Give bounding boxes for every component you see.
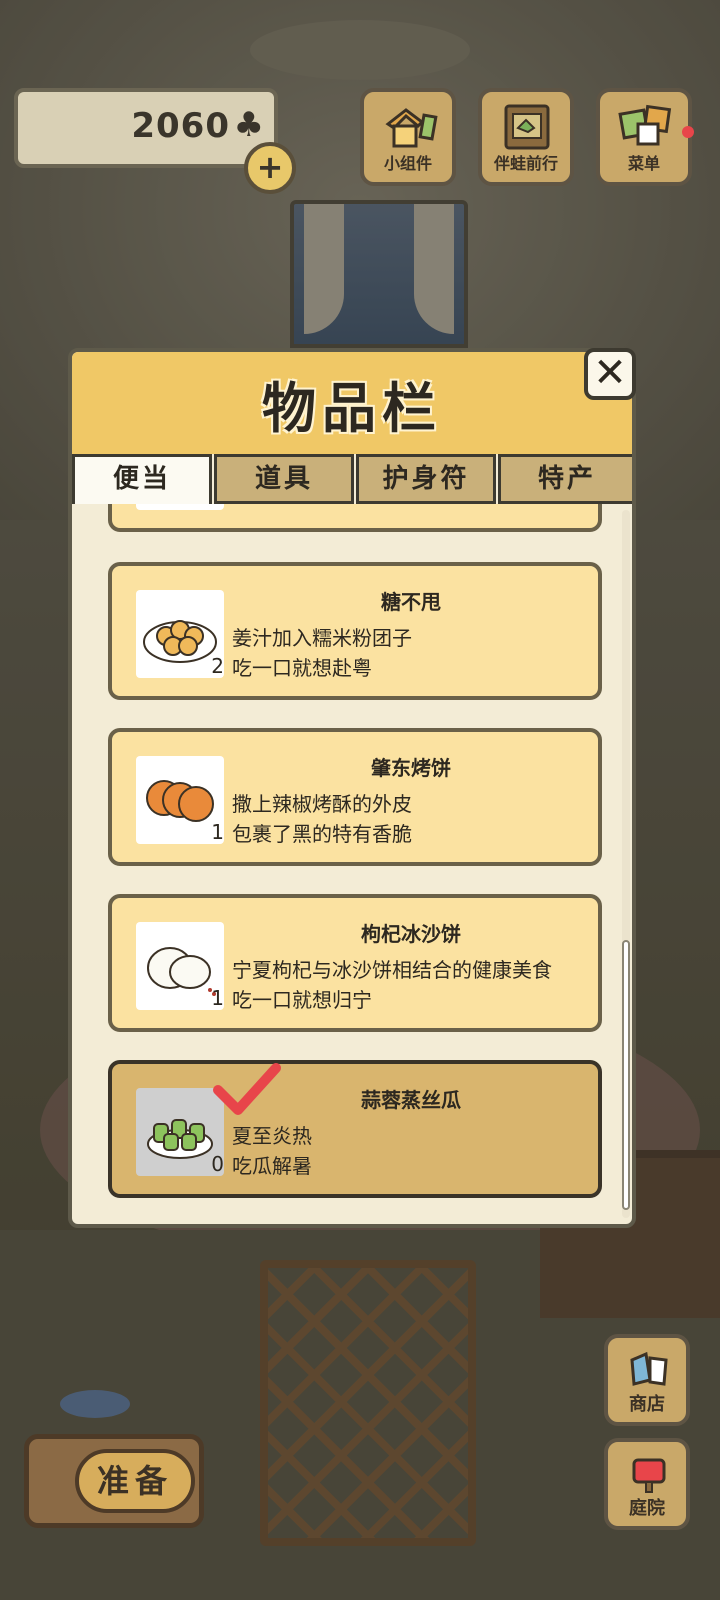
tab-tools[interactable]: 道具: [214, 454, 354, 504]
item-name: 枸杞冰沙饼: [361, 922, 461, 946]
clover-counter: 2060 ♣: [14, 88, 278, 168]
prepare-button[interactable]: 准备: [24, 1434, 204, 1528]
item-name: 蒜蓉蒸丝瓜: [361, 1088, 461, 1112]
item-quantity: 1: [211, 820, 224, 844]
scrollbar-thumb[interactable]: [622, 940, 630, 1210]
item-description-line2: 吃一口就想归宁: [232, 988, 372, 1012]
tab-bar: 便当 道具 护身符 特产: [72, 454, 632, 504]
panel-header: 物品栏: [72, 352, 632, 454]
add-clover-button[interactable]: +: [244, 142, 296, 194]
clover-icon: ♣: [233, 105, 264, 145]
notification-dot: [682, 126, 694, 138]
tab-specialties[interactable]: 特产: [498, 454, 632, 504]
yard-label: 庭院: [629, 1498, 665, 1519]
house-widget-icon: [385, 108, 438, 148]
widget-button[interactable]: 小组件: [360, 88, 456, 186]
shop-label: 商店: [629, 1394, 665, 1415]
item-quantity: 0: [211, 1152, 224, 1176]
clover-count: 2060: [131, 106, 230, 146]
item-description-line1: 姜汁加入糯米粉团子: [232, 626, 412, 650]
item-description-line1: 夏至炎热: [232, 1124, 312, 1148]
scrollbar[interactable]: [622, 510, 630, 1218]
list-item[interactable]: 2 糖不甩 姜汁加入糯米粉团子 吃一口就想赴粤: [108, 562, 602, 700]
tab-charms[interactable]: 护身符: [356, 454, 496, 504]
map-book-icon: [504, 104, 550, 150]
shop-bag-icon: [630, 1351, 668, 1386]
list-item-selected[interactable]: 0 蒜蓉蒸丝瓜 夏至炎热 吃瓜解暑: [108, 1060, 602, 1198]
list-item[interactable]: 1 枸杞冰沙饼 宁夏枸杞与冰沙饼相结合的健康美食 吃一口就想归宁: [108, 894, 602, 1032]
item-list[interactable]: 2 糖不甩 姜汁加入糯米粉团子 吃一口就想赴粤 1 肇东烤饼 撒上辣椒烤酥的外皮…: [72, 504, 632, 1224]
item-description-line1: 撒上辣椒烤酥的外皮: [232, 792, 412, 816]
item-quantity: 2: [211, 654, 224, 678]
item-thumbnail: 0: [136, 1088, 224, 1176]
tab-bento[interactable]: 便当: [72, 454, 212, 504]
menu-button[interactable]: 菜单: [596, 88, 692, 186]
prepare-label: 准备: [75, 1449, 195, 1513]
panel-title: 物品栏: [262, 377, 442, 440]
yard-button[interactable]: 庭院: [604, 1438, 690, 1530]
frog-journey-label: 伴蛙前行: [493, 154, 558, 173]
list-item[interactable]: 1 肇东烤饼 撒上辣椒烤酥的外皮 包裹了黑的特有香脆: [108, 728, 602, 866]
frog-journey-button[interactable]: 伴蛙前行: [478, 88, 574, 186]
item-description-line2: 包裹了黑的特有香脆: [232, 822, 412, 846]
item-description-line1: 宁夏枸杞与冰沙饼相结合的健康美食: [232, 958, 552, 982]
item-quantity: 1: [211, 986, 224, 1010]
item-name: 肇东烤饼: [371, 756, 451, 780]
inventory-panel: 物品栏 便当 道具 护身符 特产 2 糖不甩 姜汁加入糯米粉团子 吃一口就想赴粤…: [68, 348, 636, 1228]
close-button[interactable]: ✕: [584, 348, 636, 400]
shop-button[interactable]: 商店: [604, 1334, 690, 1426]
widget-label: 小组件: [383, 154, 432, 173]
item-thumbnail: 2: [136, 590, 224, 678]
item-thumbnail: 1: [136, 756, 224, 844]
item-thumbnail: 1: [136, 922, 224, 1010]
item-name: 糖不甩: [381, 590, 441, 614]
item-description-line2: 吃瓜解暑: [232, 1154, 312, 1178]
menu-label: 菜单: [627, 154, 660, 173]
list-item[interactable]: [108, 504, 602, 532]
mailbox-icon: [632, 1458, 666, 1493]
item-thumbnail: [136, 504, 224, 510]
item-description-line2: 吃一口就想赴粤: [232, 656, 372, 680]
cards-menu-icon: [618, 104, 672, 146]
